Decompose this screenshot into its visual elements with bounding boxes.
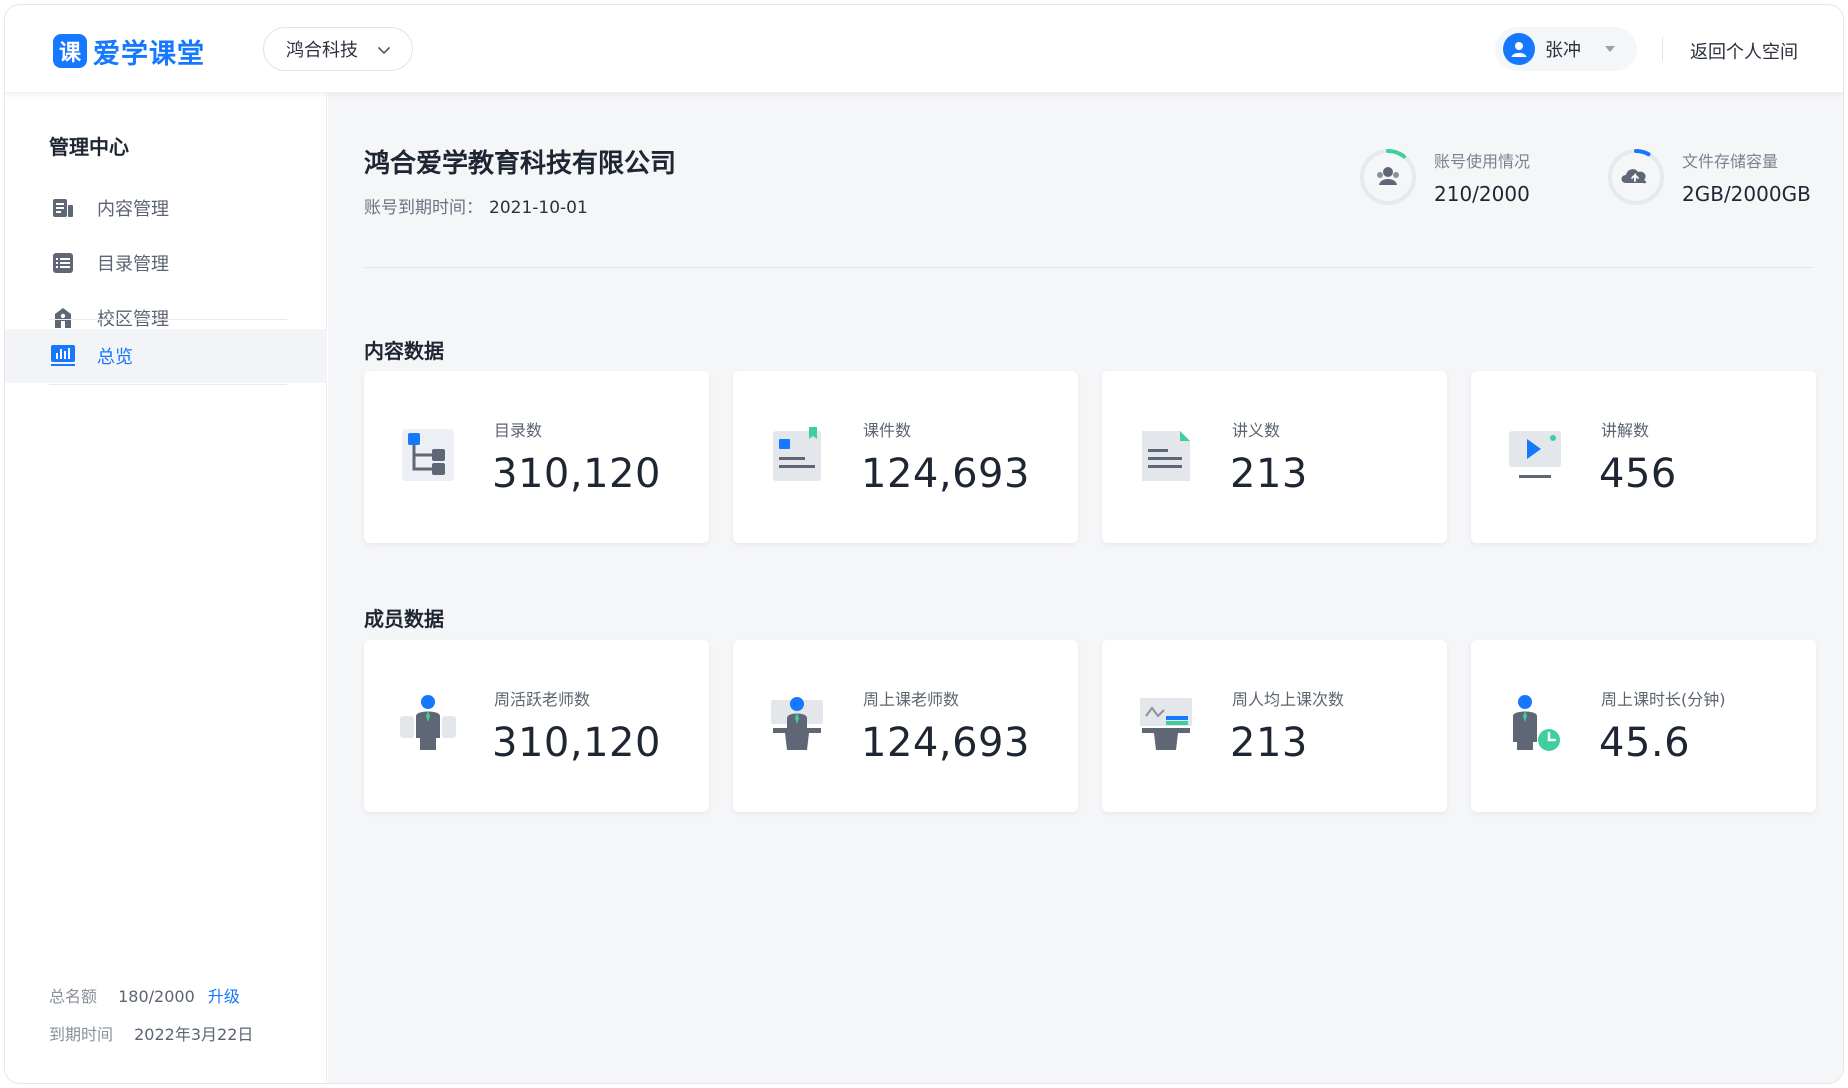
teaching-teacher-icon [771,697,823,750]
storage-usage-ring [1608,149,1664,205]
account-expire: 账号到期时间： 2021-10-01 [364,193,588,218]
stat-card-value: 124,693 [861,451,1030,497]
storage-usage-label: 文件存储容量 [1682,152,1779,171]
top-header: 课 爱学课堂 鸿合科技 张冲 返回个人空间 [5,5,1843,93]
stat-card-value: 213 [1230,720,1308,766]
stat-card-teaching-teachers[interactable]: 周上课老师数 124,693 [733,640,1078,812]
stat-card-label: 周上课时长(分钟) [1601,690,1726,709]
upgrade-link[interactable]: 升级 [208,987,240,1006]
user-avatar-icon [1503,33,1535,65]
stat-card-value: 124,693 [861,720,1030,766]
main-content: 鸿合爱学教育科技有限公司 账号到期时间： 2021-10-01 账号使用情况 21… [328,93,1843,1083]
organization-select[interactable]: 鸿合科技 [263,27,413,71]
caret-down-icon [1605,46,1615,52]
expire-value: 2022年3月22日 [134,1025,254,1044]
logo-text: 爱学课堂 [93,38,205,70]
bar-chart-icon [49,342,77,370]
sidebar-divider [49,384,287,385]
chevron-down-icon [378,47,390,54]
account-expire-value: 2021-10-01 [489,198,588,218]
sidebar-title: 管理中心 [49,135,129,159]
storage-usage-stat: 文件存储容量 2GB/2000GB [1606,147,1811,207]
stat-card-value: 310,120 [492,451,661,497]
stat-card-label: 周人均上课次数 [1232,690,1345,709]
stat-card-value: 456 [1599,451,1677,497]
stat-card-value: 213 [1230,451,1308,497]
sidebar-divider [49,319,287,320]
sidebar-item-catalog[interactable]: 目录管理 [5,236,327,290]
lecture-count-icon [1140,698,1192,750]
content-data-title: 内容数据 [364,339,444,363]
stat-card-teaching-duration[interactable]: 周上课时长(分钟) 45.6 [1471,640,1816,812]
stat-card-label: 讲义数 [1232,421,1281,440]
sidebar: 管理中心 内容管理 目录管理 校区管理 总览 总名额 180/2000 升级 到… [5,93,327,1083]
quota-label: 总名额 [49,987,98,1006]
directory-tree-icon [402,429,454,481]
stat-card-label: 周上课老师数 [863,690,960,709]
sidebar-item-label: 内容管理 [97,199,169,220]
courseware-icon [773,427,821,481]
storage-usage-value: 2GB/2000GB [1682,182,1811,206]
account-expire-label: 账号到期时间： [364,198,483,218]
account-usage-stat: 账号使用情况 210/2000 [1358,147,1530,207]
stat-card-value: 310,120 [492,720,661,766]
stat-card-label: 目录数 [494,421,543,440]
stat-card-label: 周活跃老师数 [494,690,591,709]
stat-card-handout[interactable]: 讲义数 213 [1102,371,1447,543]
teaching-duration-icon [1513,695,1560,751]
stat-card-active-teachers[interactable]: 周活跃老师数 310,120 [364,640,709,812]
school-building-icon [49,304,77,332]
organization-select-value: 鸿合科技 [286,40,358,61]
header-divider [1662,37,1663,61]
sidebar-item-content[interactable]: 内容管理 [5,181,327,235]
app-logo[interactable]: 课 爱学课堂 [53,33,205,70]
account-usage-label: 账号使用情况 [1434,152,1531,171]
expire-label: 到期时间 [49,1025,114,1044]
quota-row: 总名额 180/2000 升级 [49,983,240,1007]
stat-card-lecture-count[interactable]: 周人均上课次数 213 [1102,640,1447,812]
stat-card-catalog[interactable]: 目录数 310,120 [364,371,709,543]
user-menu[interactable]: 张冲 [1495,27,1637,71]
app-window: 课 爱学课堂 鸿合科技 张冲 返回个人空间 管理中心 内容管理 目录管理 校区管… [4,4,1844,1084]
cloud-upload-icon [1621,169,1647,184]
stat-card-label: 讲解数 [1601,421,1650,440]
document-list-icon [49,194,77,222]
stat-card-label: 课件数 [863,421,912,440]
handout-icon [1142,431,1190,481]
stat-card-value: 45.6 [1599,720,1691,766]
stat-card-courseware[interactable]: 课件数 124,693 [733,371,1078,543]
company-name: 鸿合爱学教育科技有限公司 [364,149,677,179]
active-teacher-icon [400,695,456,750]
logo-mark-icon: 课 [53,34,87,68]
member-data-title: 成员数据 [364,607,444,631]
sidebar-item-label: 目录管理 [97,254,169,275]
expire-row: 到期时间 2022年3月22日 [49,1021,253,1045]
catalog-list-icon [49,249,77,277]
sidebar-item-overview[interactable]: 总览 [5,329,327,383]
user-group-icon [1377,167,1399,185]
video-explain-icon [1509,431,1561,478]
stat-card-explain[interactable]: 讲解数 456 [1471,371,1816,543]
account-usage-value: 210/2000 [1434,182,1530,206]
user-name: 张冲 [1545,40,1581,61]
sidebar-item-label: 校区管理 [97,309,169,330]
sidebar-item-label: 总览 [97,347,133,368]
main-divider [364,267,1814,268]
account-usage-ring [1360,149,1416,205]
quota-value: 180/2000 [118,987,195,1006]
back-to-personal-space-link[interactable]: 返回个人空间 [1690,38,1798,64]
